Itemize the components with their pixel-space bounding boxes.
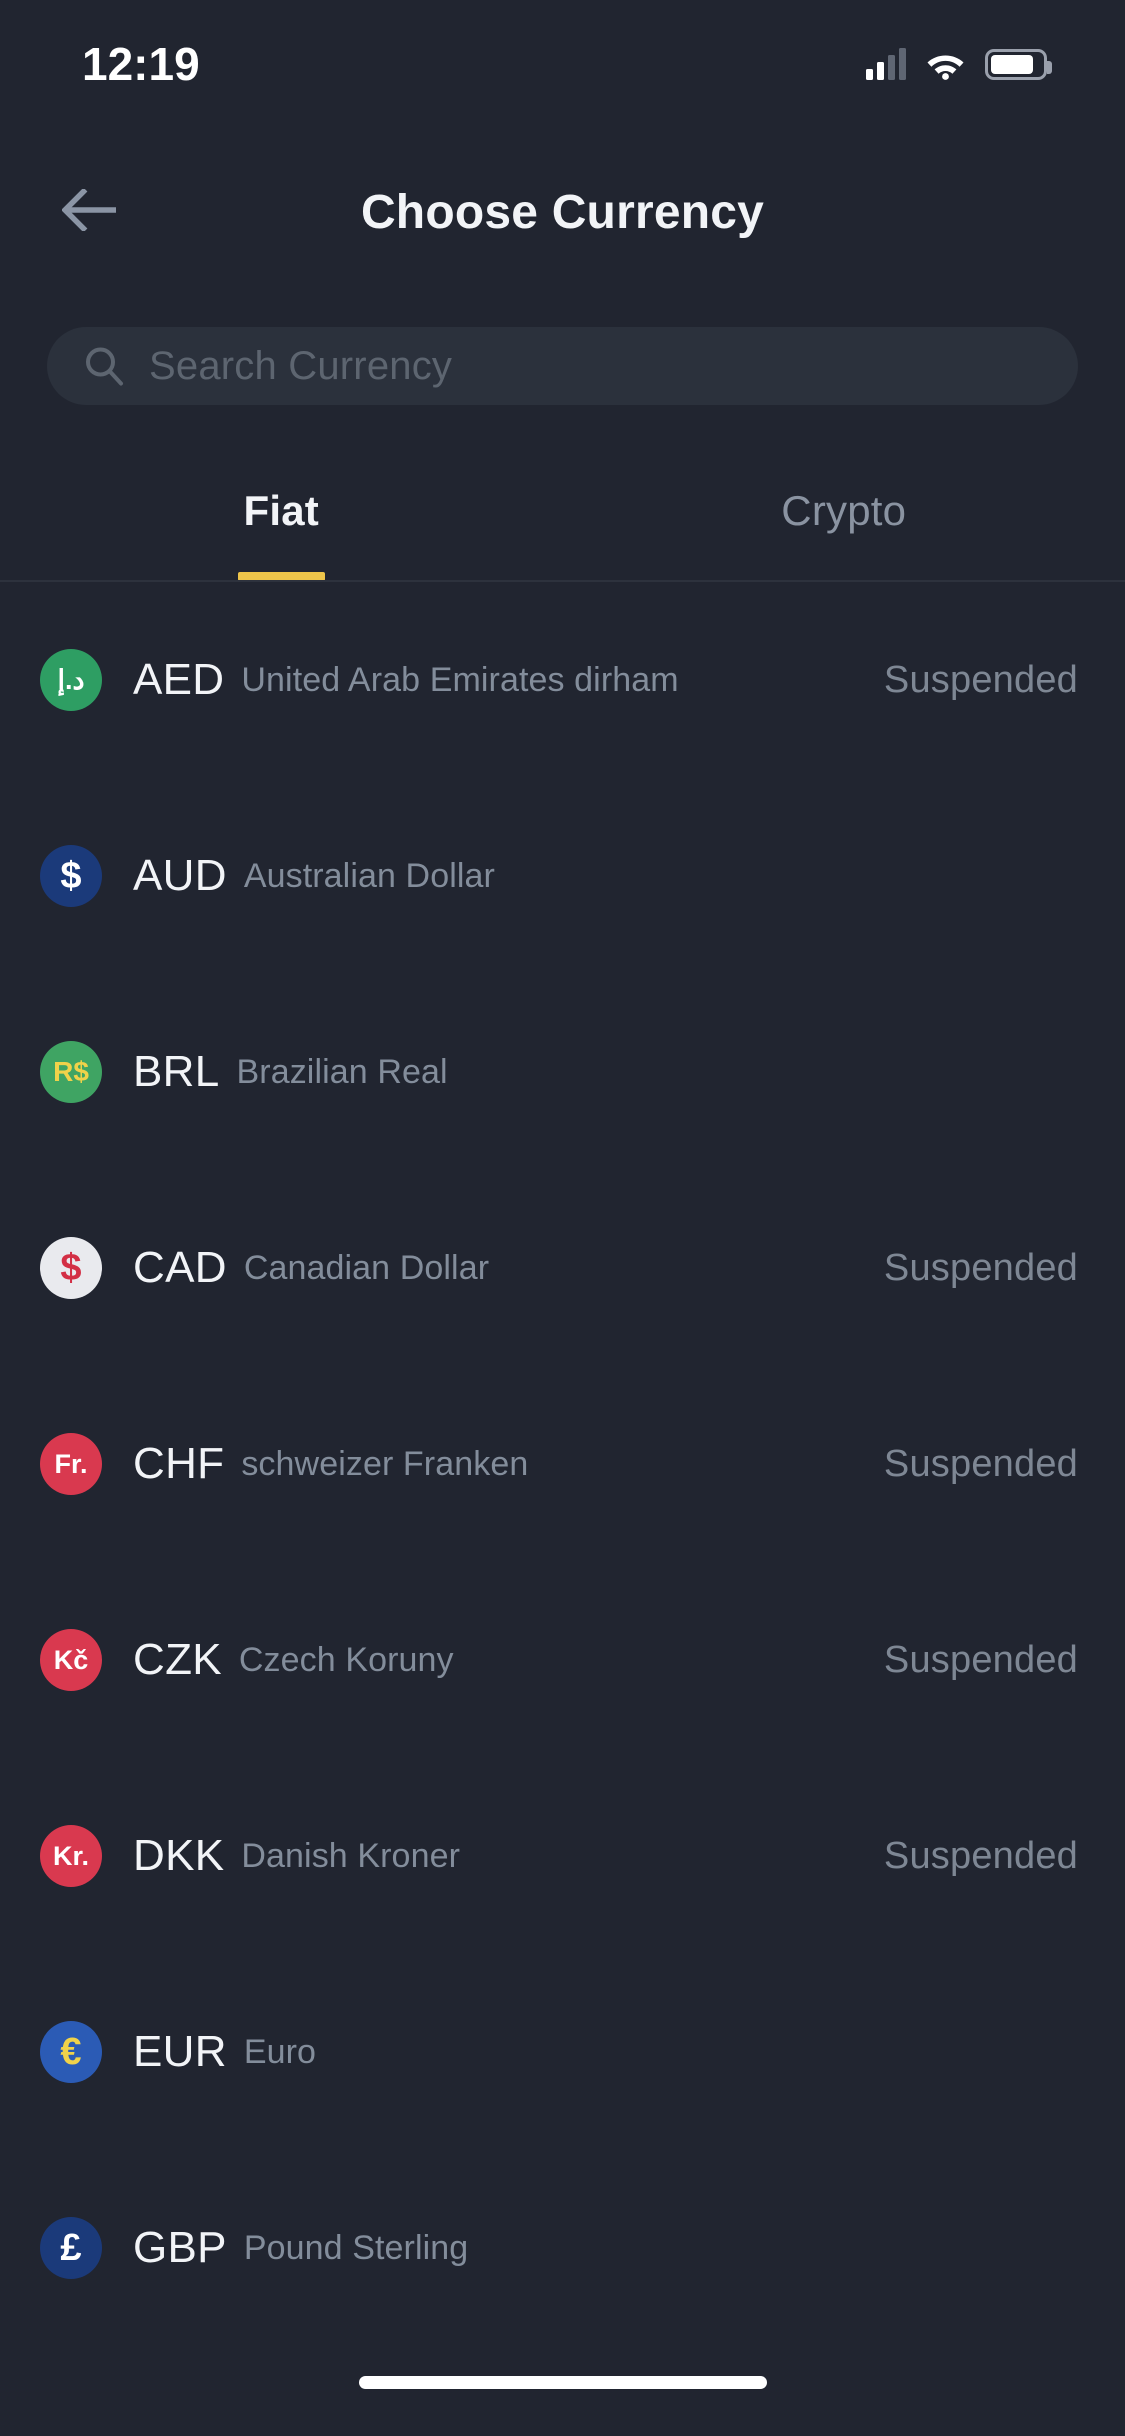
currency-type-tabs: Fiat Crypto <box>0 477 1125 581</box>
currency-status-badge: Suspended <box>883 1834 1078 1877</box>
currency-code: AED <box>133 655 225 704</box>
currency-status-badge: Suspended <box>883 1638 1078 1681</box>
currency-symbol-badge-chf: Fr. <box>40 1433 102 1495</box>
currency-status-badge: Suspended <box>883 1442 1078 1485</box>
currency-name: schweizer Franken <box>241 1444 529 1483</box>
currency-name: Australian Dollar <box>243 856 495 895</box>
currency-name: Pound Sterling <box>243 2228 469 2267</box>
currency-name: United Arab Emirates dirham <box>241 660 679 699</box>
page-title: Choose Currency <box>360 186 765 239</box>
currency-row-gbp[interactable]: £ GBP Pound Sterling <box>0 2150 1125 2344</box>
search-icon <box>83 345 125 387</box>
currency-code: DKK <box>133 1831 225 1880</box>
currency-name: Danish Kroner <box>241 1836 461 1875</box>
tab-crypto[interactable]: Crypto <box>563 477 1125 581</box>
currency-symbol-badge-cad: $ <box>40 1237 102 1299</box>
currency-code: CHF <box>133 1439 225 1488</box>
currency-symbol-badge-aud: $ <box>40 845 102 907</box>
currency-row-czk[interactable]: Kč CZK Czech Koruny Suspended <box>0 1562 1125 1758</box>
currency-name: Canadian Dollar <box>243 1248 490 1287</box>
tab-fiat[interactable]: Fiat <box>0 477 563 581</box>
currency-name: Czech Koruny <box>238 1640 454 1679</box>
currency-symbol-badge-brl: R$ <box>40 1041 102 1103</box>
currency-status-badge: Suspended <box>883 1246 1078 1289</box>
status-bar: 12:19 <box>0 0 1125 128</box>
currency-row-brl[interactable]: R$ BRL Brazilian Real <box>0 974 1125 1170</box>
search-input[interactable]: Search Currency <box>47 327 1078 405</box>
currency-code: EUR <box>133 2027 227 2076</box>
cellular-signal-icon <box>866 48 906 80</box>
currency-symbol-badge-gbp: £ <box>40 2217 102 2279</box>
app-screen: 12:19 Choose Currency Search Currency Fi… <box>0 0 1125 2436</box>
back-arrow-icon <box>61 187 118 236</box>
currency-status-badge: Suspended <box>883 658 1078 701</box>
search-placeholder: Search Currency <box>149 343 453 388</box>
currency-row-eur[interactable]: € EUR Euro <box>0 1954 1125 2150</box>
currency-name: Euro <box>243 2032 317 2071</box>
wifi-icon <box>925 49 966 80</box>
navigation-bar: Choose Currency <box>0 160 1125 265</box>
currency-symbol-badge-eur: € <box>40 2021 102 2083</box>
currency-row-aed[interactable]: د.إ AED United Arab Emirates dirham Suspend… <box>0 582 1125 778</box>
currency-row-dkk[interactable]: Kr. DKK Danish Kroner Suspended <box>0 1758 1125 1954</box>
currency-code: AUD <box>133 851 227 900</box>
tab-fiat-label: Fiat <box>243 487 319 534</box>
currency-code: CZK <box>133 1635 222 1684</box>
search-bar-container: Search Currency <box>47 327 1078 405</box>
currency-symbol-badge-aed: د.إ <box>40 649 102 711</box>
currency-row-cad[interactable]: $ CAD Canadian Dollar Suspended <box>0 1170 1125 1366</box>
back-button[interactable] <box>40 160 140 265</box>
currency-code: CAD <box>133 1243 227 1292</box>
currency-symbol-badge-dkk: Kr. <box>40 1825 102 1887</box>
home-indicator <box>358 2376 767 2389</box>
battery-icon <box>985 48 1052 80</box>
currency-symbol-badge-czk: Kč <box>40 1629 102 1691</box>
currency-name: Brazilian Real <box>236 1052 448 1091</box>
currency-row-aud[interactable]: $ AUD Australian Dollar <box>0 778 1125 974</box>
status-bar-indicators <box>866 48 1052 80</box>
currency-list[interactable]: د.إ AED United Arab Emirates dirham Suspend… <box>0 582 1125 2344</box>
status-bar-time: 12:19 <box>82 38 200 90</box>
currency-code: GBP <box>133 2223 227 2272</box>
tab-crypto-label: Crypto <box>781 487 907 534</box>
currency-row-chf[interactable]: Fr. CHF schweizer Franken Suspended <box>0 1366 1125 1562</box>
currency-code: BRL <box>133 1047 220 1096</box>
